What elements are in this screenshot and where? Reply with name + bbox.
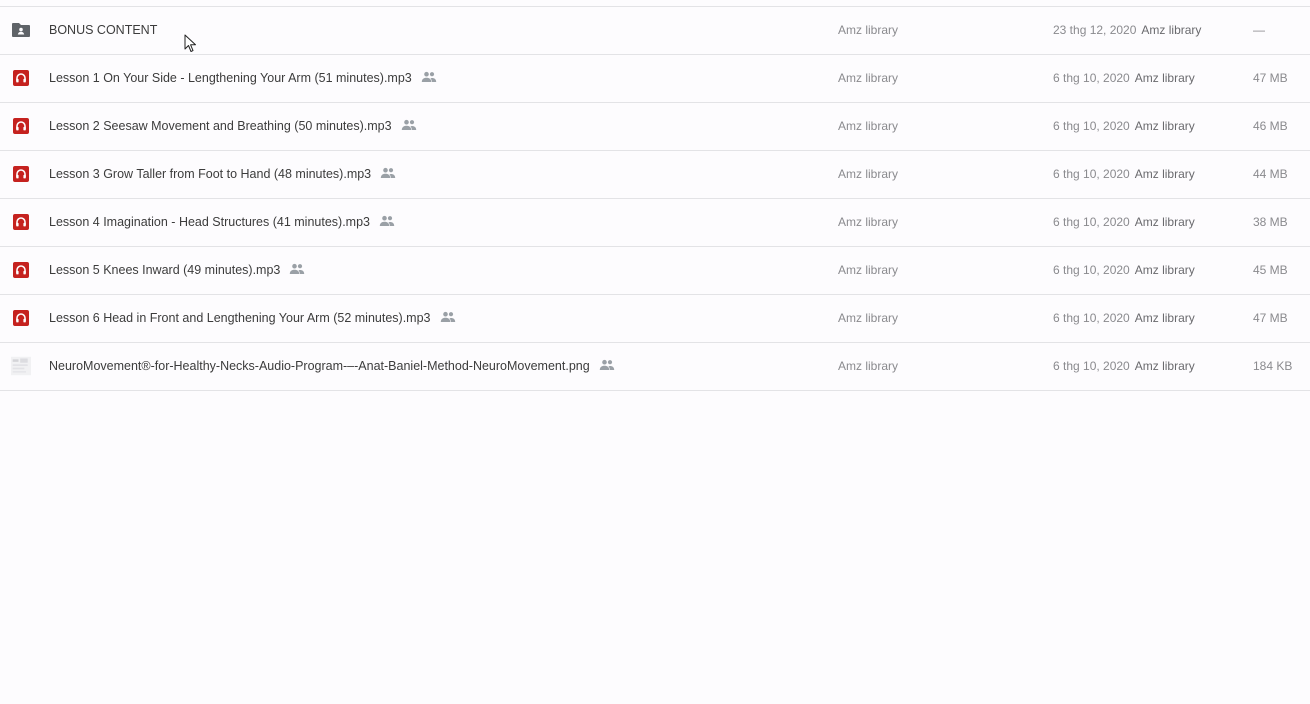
modified-by: Amz library xyxy=(1141,23,1202,37)
file-size: 38 MB xyxy=(1253,215,1288,229)
modified-by: Amz library xyxy=(1134,71,1195,85)
owner: Amz library xyxy=(838,167,899,181)
file-size: — xyxy=(1253,23,1265,37)
owner: Amz library xyxy=(838,71,899,85)
modified-by: Amz library xyxy=(1134,167,1195,181)
shared-folder-icon xyxy=(11,20,31,40)
owner: Amz library xyxy=(838,359,899,373)
modified-date: 23 thg 12, 2020 xyxy=(1053,23,1137,37)
file-row-lesson-2[interactable]: Lesson 2 Seesaw Movement and Breathing (… xyxy=(0,103,1310,151)
last-modified: 6 thg 10, 2020 Amz library xyxy=(1053,151,1195,198)
file-size: 184 KB xyxy=(1253,359,1293,373)
owner: Amz library xyxy=(838,263,899,277)
modified-date: 6 thg 10, 2020 xyxy=(1053,71,1130,85)
owner: Amz library xyxy=(838,23,899,37)
file-name[interactable]: Lesson 1 On Your Side - Lengthening Your… xyxy=(49,55,437,102)
file-row-lesson-6[interactable]: Lesson 6 Head in Front and Lengthening Y… xyxy=(0,295,1310,343)
last-modified: 6 thg 10, 2020 Amz library xyxy=(1053,103,1195,150)
people-icon xyxy=(289,263,305,275)
modified-date: 6 thg 10, 2020 xyxy=(1053,263,1130,277)
people-icon xyxy=(380,167,396,179)
file-size: 45 MB xyxy=(1253,263,1288,277)
headphones-icon xyxy=(11,308,31,328)
file-name[interactable]: BONUS CONTENT xyxy=(49,7,157,54)
modified-date: 6 thg 10, 2020 xyxy=(1053,311,1130,325)
file-name[interactable]: Lesson 2 Seesaw Movement and Breathing (… xyxy=(49,103,417,150)
people-icon xyxy=(401,119,417,131)
people-icon xyxy=(599,359,615,371)
modified-by: Amz library xyxy=(1134,311,1195,325)
file-name[interactable]: Lesson 3 Grow Taller from Foot to Hand (… xyxy=(49,151,396,198)
headphones-icon xyxy=(11,116,31,136)
modified-by: Amz library xyxy=(1134,119,1195,133)
file-name[interactable]: NeuroMovement®-for-Healthy-Necks-Audio-P… xyxy=(49,343,615,390)
file-row-neuromovement-png[interactable]: NeuroMovement®-for-Healthy-Necks-Audio-P… xyxy=(0,343,1310,391)
headphones-icon xyxy=(11,260,31,280)
last-modified: 23 thg 12, 2020 Amz library xyxy=(1053,7,1201,54)
file-list: BONUS CONTENT Amz library 23 thg 12, 202… xyxy=(0,6,1310,391)
last-modified: 6 thg 10, 2020 Amz library xyxy=(1053,247,1195,294)
modified-by: Amz library xyxy=(1134,263,1195,277)
last-modified: 6 thg 10, 2020 Amz library xyxy=(1053,343,1195,390)
file-name[interactable]: Lesson 5 Knees Inward (49 minutes).mp3 xyxy=(49,247,305,294)
file-row-lesson-4[interactable]: Lesson 4 Imagination - Head Structures (… xyxy=(0,199,1310,247)
owner: Amz library xyxy=(838,311,899,325)
modified-date: 6 thg 10, 2020 xyxy=(1053,119,1130,133)
file-size: 47 MB xyxy=(1253,71,1288,85)
headphones-icon xyxy=(11,212,31,232)
headphones-icon xyxy=(11,68,31,88)
people-icon xyxy=(379,215,395,227)
owner: Amz library xyxy=(838,119,899,133)
file-row-bonus-content[interactable]: BONUS CONTENT Amz library 23 thg 12, 202… xyxy=(0,7,1310,55)
file-row-lesson-3[interactable]: Lesson 3 Grow Taller from Foot to Hand (… xyxy=(0,151,1310,199)
file-name[interactable]: Lesson 4 Imagination - Head Structures (… xyxy=(49,199,395,246)
file-row-lesson-1[interactable]: Lesson 1 On Your Side - Lengthening Your… xyxy=(0,55,1310,103)
modified-date: 6 thg 10, 2020 xyxy=(1053,167,1130,181)
last-modified: 6 thg 10, 2020 Amz library xyxy=(1053,199,1195,246)
modified-date: 6 thg 10, 2020 xyxy=(1053,215,1130,229)
people-icon xyxy=(421,71,437,83)
modified-by: Amz library xyxy=(1134,359,1195,373)
file-size: 46 MB xyxy=(1253,119,1288,133)
file-row-lesson-5[interactable]: Lesson 5 Knees Inward (49 minutes).mp3 A… xyxy=(0,247,1310,295)
headphones-icon xyxy=(11,164,31,184)
file-name[interactable]: Lesson 6 Head in Front and Lengthening Y… xyxy=(49,295,456,342)
modified-by: Amz library xyxy=(1134,215,1195,229)
last-modified: 6 thg 10, 2020 Amz library xyxy=(1053,295,1195,342)
people-icon xyxy=(440,311,456,323)
file-size: 47 MB xyxy=(1253,311,1288,325)
file-size: 44 MB xyxy=(1253,167,1288,181)
owner: Amz library xyxy=(838,215,899,229)
image-thumbnail-icon xyxy=(11,356,31,376)
last-modified: 6 thg 10, 2020 Amz library xyxy=(1053,55,1195,102)
modified-date: 6 thg 10, 2020 xyxy=(1053,359,1130,373)
